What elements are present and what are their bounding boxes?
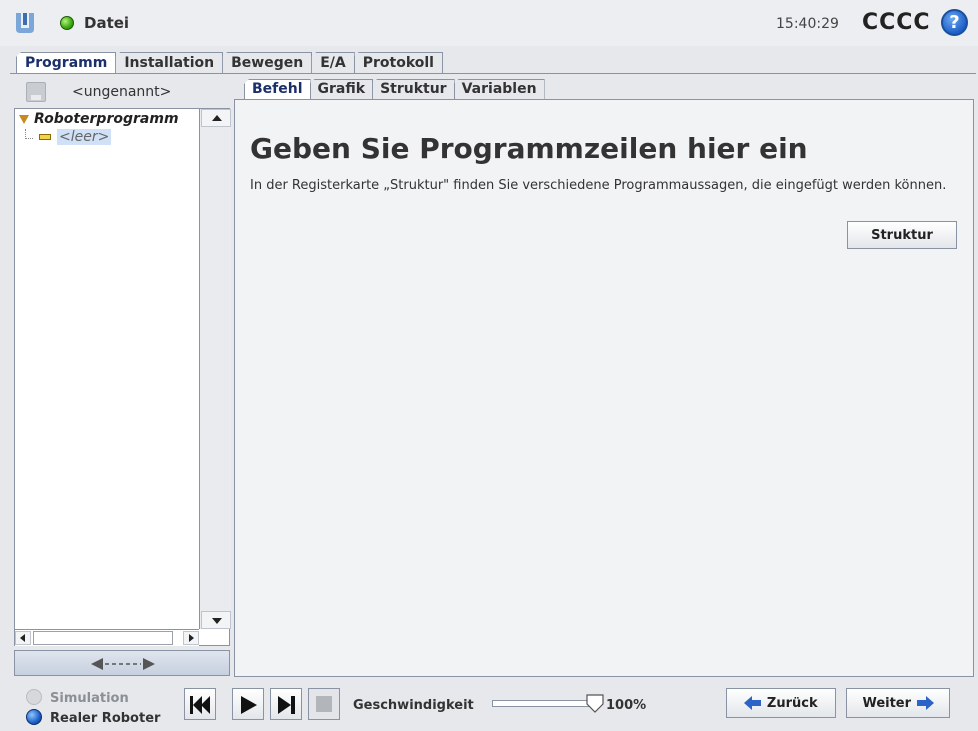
stop-icon[interactable] (308, 688, 340, 720)
ur-logo-icon (16, 13, 34, 33)
real-robot-label: Realer Roboter (50, 711, 161, 726)
save-icon[interactable] (26, 82, 46, 102)
next-button[interactable]: Weiter (846, 688, 950, 718)
command-tabs: Befehl Grafik Struktur Variablen (244, 79, 545, 100)
status-ok-icon (60, 16, 74, 30)
scroll-right-icon[interactable] (183, 631, 199, 645)
step-forward-button[interactable] (270, 688, 302, 720)
back-button-label: Zurück (766, 695, 818, 711)
speed-value: 100% (606, 698, 647, 713)
tree-child-label: <leer> (57, 129, 112, 145)
scroll-up-icon[interactable] (201, 109, 231, 127)
tab-variablen[interactable]: Variablen (453, 79, 545, 100)
tab-installation[interactable]: Installation (115, 52, 224, 74)
top-bar: Datei 15:40:29 CCCC ? (0, 0, 978, 46)
tab-befehl[interactable]: Befehl (244, 79, 311, 100)
tab-bewegen[interactable]: Bewegen (222, 52, 313, 74)
program-name: <ungenannt> (72, 84, 172, 100)
play-button[interactable] (232, 688, 264, 720)
vertical-scrollbar[interactable] (199, 109, 231, 629)
next-button-label: Weiter (862, 695, 912, 711)
expand-triangle-icon[interactable] (19, 114, 29, 124)
simulation-label: Simulation (50, 691, 129, 706)
empty-node-icon (39, 134, 51, 140)
arrow-left-icon (744, 696, 762, 710)
horizontal-scrollbar[interactable] (15, 629, 199, 646)
arrow-right-icon (916, 696, 934, 710)
tab-ea[interactable]: E/A (311, 52, 355, 74)
skip-back-icon (190, 696, 210, 714)
tab-programm[interactable]: Programm (16, 52, 117, 74)
speed-slider-thumb[interactable] (584, 692, 606, 714)
skip-back-button[interactable] (184, 688, 216, 720)
file-menu[interactable]: Datei (84, 14, 129, 32)
step-forward-icon (278, 696, 295, 714)
tab-grafik[interactable]: Grafik (309, 79, 374, 100)
robot-name: CCCC (862, 10, 931, 35)
clock: 15:40:29 (776, 16, 839, 32)
command-panel: Geben Sie Programmzeilen hier ein In der… (234, 99, 974, 677)
scroll-left-icon[interactable] (15, 631, 31, 645)
speed-label: Geschwindigkeit (353, 698, 474, 713)
tab-divider (10, 73, 976, 74)
page-title: Geben Sie Programmzeilen hier ein (250, 132, 808, 165)
play-icon (241, 696, 257, 714)
tree-child-item[interactable]: <leer> (39, 129, 112, 145)
help-icon[interactable]: ? (941, 9, 968, 36)
struktur-button[interactable]: Struktur (847, 221, 957, 249)
scroll-down-icon[interactable] (201, 611, 231, 629)
resize-arrows-icon (91, 658, 155, 670)
instructions-text: In der Registerkarte „Struktur" finden S… (250, 178, 947, 193)
program-tree: Roboterprogramm <leer> (14, 108, 231, 646)
tree-connector (25, 129, 33, 139)
bottom-bar: Simulation Realer Roboter Geschwindigkei… (0, 680, 978, 731)
program-header: <ungenannt> (14, 80, 230, 104)
scroll-thumb[interactable] (33, 631, 173, 645)
panel-resize-handle[interactable] (14, 650, 230, 676)
main-tabs: Programm Installation Bewegen E/A Protok… (16, 52, 443, 74)
back-button[interactable]: Zurück (726, 688, 836, 718)
tab-struktur[interactable]: Struktur (372, 79, 455, 100)
real-robot-radio[interactable] (26, 709, 42, 725)
tree-root-label: Roboterprogramm (34, 111, 179, 127)
tab-protokoll[interactable]: Protokoll (353, 52, 443, 74)
speed-slider[interactable] (492, 700, 592, 707)
tree-root-item[interactable]: Roboterprogramm (19, 111, 179, 127)
simulation-radio[interactable] (26, 689, 42, 705)
